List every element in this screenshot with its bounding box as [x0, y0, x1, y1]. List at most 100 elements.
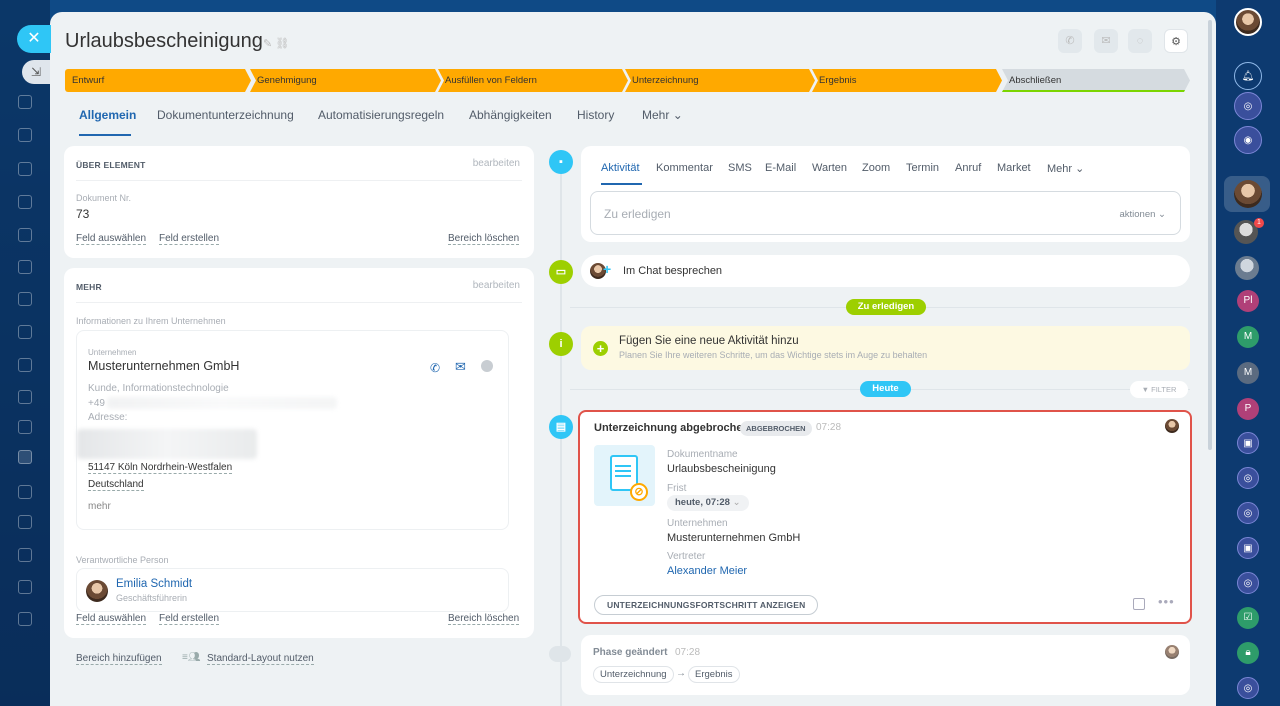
note-icon[interactable] — [1133, 598, 1145, 610]
author-avatar[interactable] — [1165, 419, 1179, 433]
author-avatar[interactable] — [1165, 645, 1179, 659]
scrollbar[interactable] — [1208, 20, 1212, 450]
tab-abhaengigkeiten[interactable]: Abhängigkeiten — [469, 108, 552, 122]
contact-avatar[interactable] — [1234, 180, 1262, 208]
tab-sms[interactable]: SMS — [728, 162, 752, 174]
drive-icon[interactable] — [18, 228, 32, 242]
cart-icon[interactable] — [18, 390, 32, 404]
delete-section-link[interactable]: Bereich löschen — [448, 613, 520, 625]
delete-section-link[interactable]: Bereich löschen — [448, 233, 520, 245]
chat-icon[interactable]: ◉ — [1234, 126, 1262, 154]
user-avatar[interactable] — [1234, 8, 1262, 36]
chat-icon[interactable]: ◌ — [1128, 29, 1152, 53]
inbox-icon[interactable] — [18, 580, 32, 594]
chat-icon[interactable] — [481, 360, 493, 372]
company-name[interactable]: Musterunternehmen GmbH — [88, 359, 239, 373]
representative-link[interactable]: Alexander Meier — [667, 565, 747, 577]
contact-initials[interactable]: M — [1237, 362, 1259, 384]
checklist-icon[interactable] — [18, 325, 32, 339]
chat-discuss-row[interactable]: + Im Chat besprechen — [581, 255, 1190, 287]
contact-initials[interactable]: M — [1237, 326, 1259, 348]
more-link[interactable]: mehr — [88, 501, 111, 512]
address-city[interactable]: 51147 Köln Nordrhein-Westfalen — [88, 462, 233, 474]
mail-icon[interactable]: ✉ — [455, 359, 466, 375]
tab-email[interactable]: E-Mail — [765, 162, 796, 174]
stage-ergebnis[interactable]: Ergebnis — [812, 69, 1002, 92]
minimize-slider-button[interactable]: ⇲ — [22, 60, 50, 84]
create-field-link[interactable]: Feld erstellen — [159, 233, 220, 245]
select-field-link[interactable]: Feld auswählen — [76, 233, 147, 245]
channel-icon[interactable]: ◎ — [1237, 467, 1259, 489]
address-country[interactable]: Deutschland — [88, 479, 144, 491]
person-name[interactable]: Emilia Schmidt — [116, 578, 192, 590]
channel-icon[interactable]: ◎ — [1237, 677, 1259, 699]
documents-icon[interactable] — [18, 195, 32, 209]
add-plus-icon[interactable]: + — [593, 341, 608, 356]
channel-icon[interactable]: ◎ — [1237, 572, 1259, 594]
tab-mehr[interactable]: Mehr ⌄ — [1047, 162, 1084, 175]
tab-market[interactable]: Market — [997, 162, 1031, 174]
add-activity-card[interactable]: + Fügen Sie eine neue Aktivität hinzu Pl… — [581, 326, 1190, 370]
close-slider-button[interactable]: ✕ — [17, 25, 51, 53]
more-options-icon[interactable]: ••• — [1158, 594, 1175, 609]
channel-icon[interactable]: ▣ — [1237, 537, 1259, 559]
stage-unterzeichnung[interactable]: Unterzeichnung — [625, 69, 815, 92]
tasks-icon[interactable] — [18, 128, 32, 142]
tab-anruf[interactable]: Anruf — [955, 162, 981, 174]
group-avatar[interactable] — [1235, 256, 1259, 280]
person-avatar[interactable] — [86, 580, 108, 602]
channel-icon[interactable]: ☑ — [1237, 607, 1259, 629]
tab-allgemein[interactable]: Allgemein — [79, 108, 136, 122]
select-field-link[interactable]: Feld auswählen — [76, 613, 147, 625]
call-icon[interactable]: ✆ — [1058, 29, 1082, 53]
group-icon[interactable] — [18, 612, 32, 626]
document-thumbnail[interactable]: ⊘ — [594, 445, 655, 506]
view-signing-progress-button[interactable]: UNTERZEICHNUNGSFORTSCHRITT ANZEIGEN — [594, 595, 819, 615]
sites-icon[interactable] — [18, 260, 32, 274]
calendar-icon[interactable] — [18, 292, 32, 306]
todo-input[interactable]: Zu erledigen aktionen ⌄ — [590, 191, 1181, 235]
tab-termin[interactable]: Termin — [906, 162, 939, 174]
create-field-link[interactable]: Feld erstellen — [159, 613, 220, 625]
filter-button[interactable]: ▼ FILTER — [1130, 381, 1188, 398]
sign-icon[interactable] — [18, 450, 32, 464]
edit-title-icon[interactable]: ✎ ⛓ — [263, 37, 289, 50]
search-icon[interactable]: ◎ — [1234, 92, 1262, 120]
tab-dokumentunterzeichnung[interactable]: Dokumentunterzeichnung — [157, 108, 294, 122]
contact-initials[interactable]: P — [1237, 398, 1259, 420]
company-phone[interactable]: +49 — [88, 398, 105, 409]
channel-icon[interactable]: ◎ — [1237, 502, 1259, 524]
tab-kommentar[interactable]: Kommentar — [656, 162, 713, 174]
tab-mehr[interactable]: Mehr ⌄ — [642, 108, 683, 122]
contacts-icon[interactable] — [18, 162, 32, 176]
phone-icon[interactable]: ✆ — [430, 361, 440, 375]
edit-link[interactable]: bearbeiten — [473, 158, 520, 169]
edit-link[interactable]: bearbeiten — [473, 280, 520, 291]
standard-layout-link[interactable]: Standard-Layout nutzen — [207, 653, 314, 665]
tab-zoom[interactable]: Zoom — [862, 162, 890, 174]
filter-icon[interactable] — [18, 420, 32, 434]
add-section-link[interactable]: Bereich hinzufügen — [76, 653, 162, 665]
notifications-icon[interactable]: 🔔︎ — [1234, 62, 1262, 90]
tab-warten[interactable]: Warten — [812, 162, 847, 174]
contact-initials[interactable]: Pl — [1237, 290, 1259, 312]
tab-automatisierungsregeln[interactable]: Automatisierungsregeln — [318, 108, 444, 122]
store-icon[interactable] — [18, 548, 32, 562]
stage-genehmigung[interactable]: Genehmigung — [250, 69, 441, 92]
company-label: Unternehmen — [88, 348, 137, 357]
tab-history[interactable]: History — [577, 108, 614, 122]
deadline-selector[interactable]: heute, 07:28 ⌄ — [667, 495, 749, 511]
tab-aktivitaet[interactable]: Aktivität — [601, 162, 640, 174]
stage-abschliessen[interactable]: Abschließen — [1002, 69, 1190, 92]
actions-dropdown[interactable]: aktionen ⌄ — [1119, 209, 1166, 220]
channel-icon[interactable]: ▣ — [1237, 432, 1259, 454]
menu-icon[interactable] — [18, 95, 32, 109]
automation-icon[interactable] — [18, 485, 32, 499]
settings-gear-icon[interactable]: ⚙ — [1164, 29, 1188, 53]
edit-icon[interactable] — [18, 515, 32, 529]
stage-entwurf[interactable]: Entwurf — [65, 69, 251, 92]
analytics-icon[interactable] — [18, 358, 32, 372]
stage-ausfuellen[interactable]: Ausfüllen von Feldern — [438, 69, 628, 92]
mail-icon[interactable]: ✉ — [1094, 29, 1118, 53]
lock-icon[interactable]: 🔒︎ — [1237, 642, 1259, 664]
